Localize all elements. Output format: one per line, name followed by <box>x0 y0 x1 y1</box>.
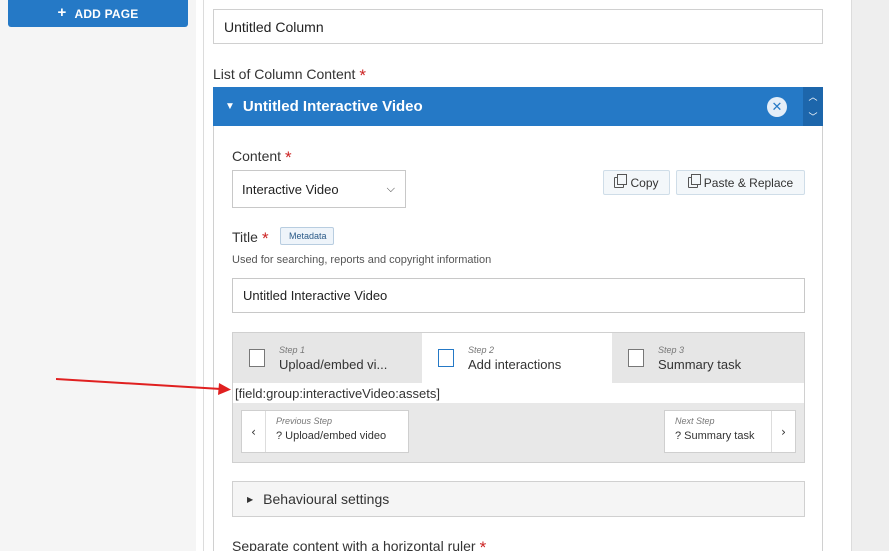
list-label-text: List of Column Content <box>213 66 356 82</box>
metadata-label: Metadata <box>289 231 327 241</box>
title-label-text: Title <box>232 229 258 245</box>
title-input[interactable]: Untitled Interactive Video <box>232 278 805 313</box>
step-number: Step 2 <box>468 344 495 355</box>
separator-label: Separate content with a horizontal ruler… <box>232 536 486 551</box>
chevron-right-icon: › <box>771 411 795 452</box>
required-mark: * <box>285 148 292 167</box>
paste-replace-button[interactable]: Paste & Replace <box>676 170 805 195</box>
step-name: Summary task <box>658 356 742 372</box>
content-label-text: Content <box>232 148 282 164</box>
step-number: Step 3 <box>658 344 685 355</box>
previous-step-value: ? Upload/embed video <box>276 430 387 442</box>
field-group-placeholder: [field:group:interactiveVideo:assets] <box>233 383 804 403</box>
plus-icon: + <box>57 4 67 21</box>
paste-label: Paste & Replace <box>703 175 794 190</box>
previous-step-label: Previous Step <box>276 416 333 426</box>
main-panel-border <box>203 0 204 551</box>
title-label: Title * <box>232 227 269 248</box>
move-down-icon[interactable]: ﹀ <box>808 110 817 123</box>
metadata-button[interactable]: Metadata <box>280 227 334 245</box>
step-name: Upload/embed vi... <box>279 356 388 372</box>
right-gutter <box>851 0 889 551</box>
copy-label: Copy <box>630 175 659 190</box>
reorder-controls: ︿ ﹀ <box>803 87 823 126</box>
wizard-step-1[interactable]: Step 1 Upload/embed vi... <box>233 333 422 383</box>
behavioural-settings-toggle[interactable]: ▶ Behavioural settings <box>232 481 805 517</box>
step-name: Add interactions <box>468 356 562 372</box>
annotation-arrow-icon <box>56 378 231 395</box>
wizard-step-2[interactable]: Step 2 Add interactions <box>422 333 612 383</box>
step-number: Step 1 <box>279 344 306 355</box>
interactive-video-title: Untitled Interactive Video <box>242 98 423 115</box>
behavioural-settings-label: Behavioural settings <box>263 491 390 507</box>
title-input-value: Untitled Interactive Video <box>243 288 388 303</box>
interactive-video-header[interactable]: ▼ Untitled Interactive Video <box>213 87 803 126</box>
copy-icon <box>614 174 628 188</box>
expand-caret-icon: ▶ <box>247 494 254 504</box>
content-type-select[interactable]: Interactive Video ⌵ <box>232 170 406 208</box>
add-page-label: ADD PAGE <box>74 6 139 21</box>
copy-button[interactable]: Copy <box>603 170 670 195</box>
previous-step-button[interactable]: ‹ Previous Step ? Upload/embed video <box>241 410 409 453</box>
required-mark: * <box>359 66 367 85</box>
next-step-label: Next Step <box>675 416 715 426</box>
step-icon <box>628 349 644 367</box>
required-mark: * <box>479 538 487 551</box>
wizard-step-3[interactable]: Step 3 Summary task <box>612 333 804 383</box>
content-label: Content * <box>232 146 292 167</box>
next-step-value: ? Summary task <box>675 430 755 442</box>
chevron-left-icon: ‹ <box>242 411 266 452</box>
step-icon <box>438 349 454 367</box>
column-title-value: Untitled Column <box>224 18 324 35</box>
move-up-icon[interactable]: ︿ <box>808 90 817 103</box>
separator-label-text: Separate content with a horizontal ruler <box>232 538 476 551</box>
list-of-column-content-label: List of Column Content * <box>213 64 367 85</box>
required-mark: * <box>261 229 269 248</box>
left-sidebar <box>0 0 196 551</box>
remove-item-icon[interactable]: ✕ <box>767 97 787 117</box>
content-select-value: Interactive Video <box>242 181 339 197</box>
chevron-down-icon: ⌵ <box>386 182 395 195</box>
step-icon <box>249 349 265 367</box>
collapse-caret-icon[interactable]: ▼ <box>225 101 235 112</box>
title-description: Used for searching, reports and copyrigh… <box>232 254 492 266</box>
column-title-input[interactable]: Untitled Column <box>213 9 823 44</box>
add-page-button[interactable]: + ADD PAGE <box>8 0 188 27</box>
next-step-button[interactable]: Next Step ? Summary task › <box>664 410 796 453</box>
clipboard-icon <box>687 174 701 188</box>
